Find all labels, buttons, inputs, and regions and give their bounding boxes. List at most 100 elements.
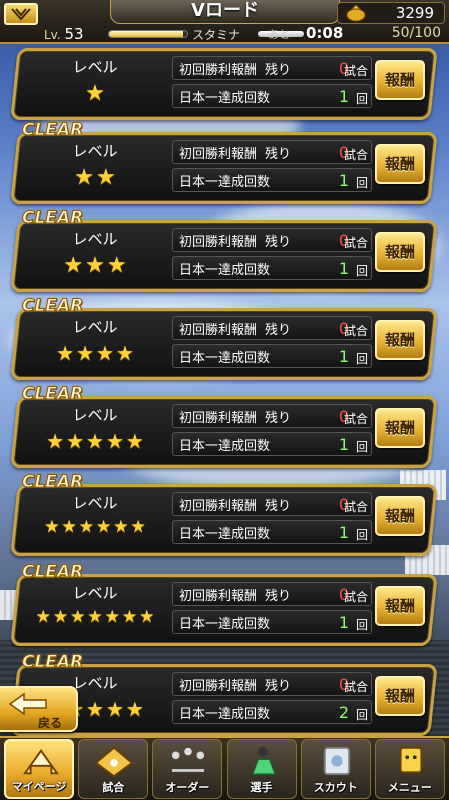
first-win-reward-label: 初回勝利報酬: [179, 234, 258, 250]
remaining-unit: 試合: [343, 64, 368, 78]
reward-button[interactable]: 報酬: [375, 586, 425, 626]
clear-badge: CLEAR: [21, 120, 84, 141]
stage-row: CLEAR レベル ★ ★ ★ ★ 初回勝利報酬 残り 0 試合 日本一達成回数 1 …: [0, 296, 449, 380]
stamina-label: スタミナ: [192, 28, 241, 42]
championship-count-unit: 回: [355, 440, 368, 454]
remaining-unit: 試合: [343, 590, 368, 604]
star-icon: ★: [104, 607, 120, 627]
championship-count-unit: 回: [355, 352, 368, 366]
coin-counter: 3299: [337, 2, 445, 24]
stage-level: レベル ★ ★ ★ ★: [20, 314, 170, 376]
championship-count-label: 日本一達成回数: [179, 438, 271, 454]
reward-button[interactable]: 報酬: [375, 144, 425, 184]
remaining-unit: 試合: [343, 236, 368, 250]
header-bar: Vロード 3299 Lv. 53 スタミナ あと 0:08 50/100: [0, 0, 449, 44]
remaining-label: 残り: [265, 498, 292, 514]
championship-count-unit: 回: [355, 92, 368, 106]
level-stars: ★ ★: [20, 167, 170, 189]
team-logo-icon[interactable]: [4, 3, 38, 25]
level-prefix: Lv.: [44, 28, 61, 42]
player-icon: [251, 746, 276, 775]
coin-value: 3299: [395, 4, 434, 22]
championship-count-row: 日本一達成回数 1 回: [172, 610, 372, 634]
reward-button[interactable]: 報酬: [375, 408, 425, 448]
first-win-reward-label: 初回勝利報酬: [179, 410, 258, 426]
championship-count-label: 日本一達成回数: [179, 350, 271, 366]
championship-count-value: 1: [338, 347, 349, 366]
scout-icon: [323, 746, 350, 776]
stamina-value: 50/100: [391, 25, 441, 41]
nav-item[interactable]: マイページ: [4, 739, 75, 799]
nav-item[interactable]: スカウト: [300, 739, 371, 799]
star-icon: ★: [113, 517, 129, 537]
level-stars: ★ ★ ★ ★ ★ ★: [20, 519, 170, 536]
first-win-reward-label: 初回勝利報酬: [179, 322, 258, 338]
level-value: 53: [64, 25, 84, 43]
championship-count-label: 日本一達成回数: [179, 90, 271, 106]
first-win-reward-label: 初回勝利報酬: [179, 498, 258, 514]
remaining-label: 残り: [265, 410, 292, 426]
star-icon: ★: [105, 429, 124, 453]
stage-row: レベル ★ 初回勝利報酬 残り 0 試合 日本一達成回数 1 回 報酬: [0, 36, 449, 120]
stage-level: レベル ★ ★: [20, 138, 170, 200]
stage-row: CLEAR レベル ★ ★ ★ ★ ★ ★ 初回勝利報酬 残り 0 試合 日本一達成回数 …: [0, 472, 449, 556]
level-stars: ★ ★ ★ ★ ★ ★ ★: [20, 609, 170, 626]
championship-count-unit: 回: [355, 618, 368, 632]
lineup-icon: [172, 747, 205, 772]
star-icon: ★: [78, 517, 94, 537]
stage-level: レベル ★ ★ ★: [20, 226, 170, 288]
clear-badge: CLEAR: [21, 384, 84, 405]
baseball-field-icon: [94, 746, 134, 778]
championship-count-label: 日本一達成回数: [179, 616, 271, 632]
remaining-unit: 試合: [343, 148, 368, 162]
stage-row: CLEAR レベル ★ ★ 初回勝利報酬 残り 0 試合 日本一達成回数 1 回 …: [0, 120, 449, 204]
level-label: レベル: [72, 318, 118, 336]
stage-level: レベル ★ ★ ★ ★ ★ ★: [20, 490, 170, 552]
stage-info: 初回勝利報酬 残り 0 試合 日本一達成回数 2 回: [172, 672, 372, 728]
reward-button[interactable]: 報酬: [375, 676, 425, 716]
star-icon: ★: [105, 697, 124, 721]
star-icon: ★: [46, 429, 65, 453]
star-icon: ★: [61, 517, 77, 537]
star-icon: ★: [63, 253, 84, 278]
first-win-reward-label: 初回勝利報酬: [179, 62, 258, 78]
bottom-navigation: マイページ 試合 オーダー 選手 スカウト メニュー: [0, 736, 449, 800]
clear-badge: CLEAR: [21, 652, 84, 673]
stage-info: 初回勝利報酬 残り 0 試合 日本一達成回数 1 回: [172, 582, 372, 638]
star-icon: ★: [115, 341, 134, 365]
nav-item[interactable]: 試合: [78, 739, 149, 799]
reward-button[interactable]: 報酬: [375, 320, 425, 360]
nav-item[interactable]: オーダー: [152, 739, 223, 799]
level-label: レベル: [72, 142, 118, 160]
championship-count-value: 1: [338, 613, 349, 632]
star-icon: ★: [86, 429, 104, 453]
star-icon: ★: [86, 697, 104, 721]
star-icon: ★: [66, 429, 85, 453]
remaining-unit: 試合: [343, 680, 368, 694]
championship-count-value: 1: [338, 259, 349, 278]
menu-icon: [399, 746, 423, 774]
championship-count-unit: 回: [355, 528, 368, 542]
championship-count-row: 日本一達成回数 1 回: [172, 432, 372, 456]
back-button[interactable]: 戻る: [0, 686, 78, 732]
reward-button[interactable]: 報酬: [375, 232, 425, 272]
reward-button[interactable]: 報酬: [375, 496, 425, 536]
remaining-unit: 試合: [343, 324, 368, 338]
star-icon: ★: [85, 81, 105, 106]
stage-level: レベル ★: [20, 54, 170, 116]
reward-button[interactable]: 報酬: [375, 60, 425, 100]
level-stars: ★: [20, 83, 170, 105]
nav-item[interactable]: 選手: [226, 739, 297, 799]
back-arrow-icon: [8, 692, 47, 716]
star-icon: ★: [139, 607, 155, 627]
championship-count-value: 1: [338, 171, 349, 190]
remaining-label: 残り: [265, 146, 292, 162]
championship-count-label: 日本一達成回数: [179, 526, 271, 542]
clear-badge: CLEAR: [21, 296, 84, 317]
level-label: レベル: [72, 584, 118, 602]
nav-item[interactable]: メニュー: [374, 739, 445, 799]
first-win-reward-row: 初回勝利報酬 残り 0 試合: [172, 228, 372, 252]
championship-count-value: 1: [338, 435, 349, 454]
clear-badge: CLEAR: [21, 472, 84, 493]
first-win-reward-row: 初回勝利報酬 残り 0 試合: [172, 404, 372, 428]
